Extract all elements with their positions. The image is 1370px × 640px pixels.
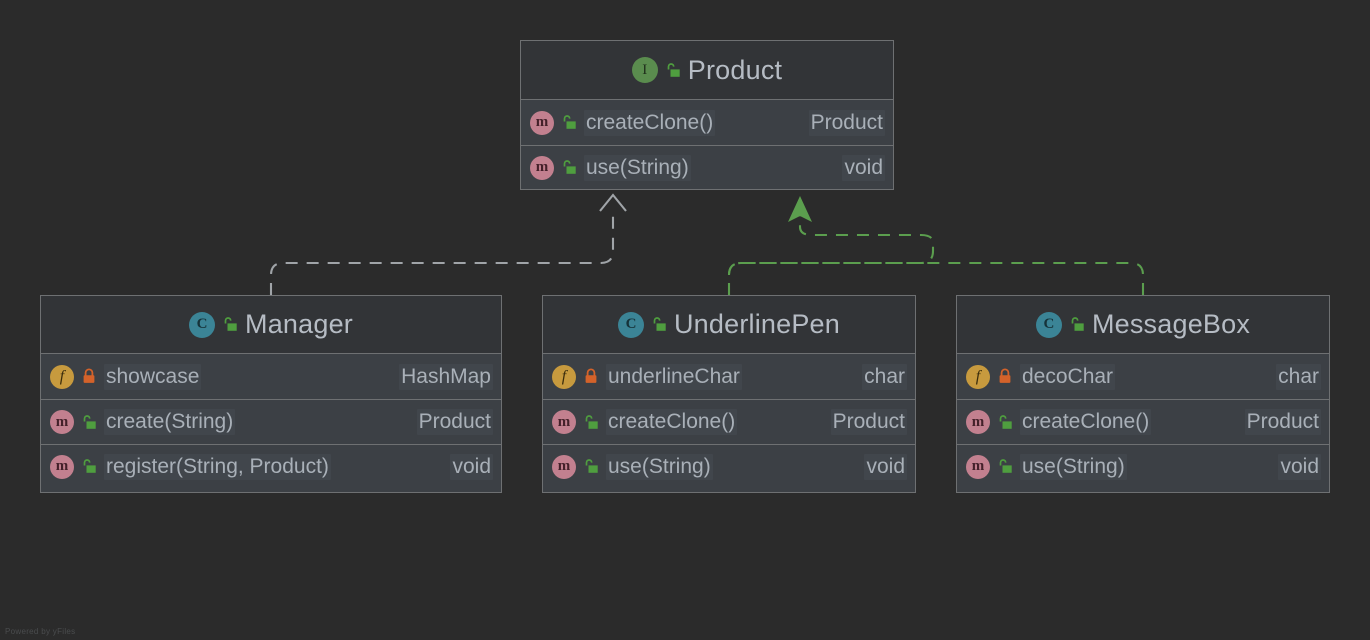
method-icon: m xyxy=(552,410,576,434)
method-icon: m xyxy=(50,410,74,434)
unlocked-padlock-icon xyxy=(585,459,598,473)
member-type: Product xyxy=(808,109,885,136)
watermark: Powered by yFiles xyxy=(5,627,76,636)
member-type: char xyxy=(1276,363,1321,390)
method-icon: m xyxy=(530,155,554,180)
member-name: createClone() xyxy=(606,409,738,435)
class-icon: C xyxy=(1035,311,1062,338)
edge-manager-to-product xyxy=(269,193,627,295)
unlocked-padlock-icon xyxy=(667,62,680,77)
method-icon: m xyxy=(50,454,74,479)
member-row[interactable]: m create(String) Product xyxy=(41,399,501,444)
member-name: create(String) xyxy=(104,409,236,435)
unlocked-padlock-icon xyxy=(1071,317,1084,331)
node-header-underlinepen: C UnderlinePen xyxy=(543,296,915,354)
unlocked-padlock-icon xyxy=(999,414,1012,429)
node-header-messagebox: C MessageBox xyxy=(957,296,1329,354)
member-type: Product xyxy=(416,409,493,435)
edge-underlinepen-to-product xyxy=(727,196,935,295)
member-name: underlineChar xyxy=(606,363,742,390)
uml-node-underlinepen[interactable]: C UnderlinePen f underlineChar char m cr… xyxy=(542,295,916,493)
unlocked-padlock-icon xyxy=(83,414,96,429)
unlocked-padlock-icon xyxy=(563,160,576,174)
field-icon: f xyxy=(966,364,990,389)
member-name: use(String) xyxy=(1020,453,1127,480)
node-header-product: I Product xyxy=(521,41,893,100)
unlocked-padlock-icon xyxy=(653,317,666,331)
node-members-product: m createClone() Product m use(String) vo… xyxy=(521,100,893,189)
member-row[interactable]: m use(String) void xyxy=(521,145,893,189)
member-row[interactable]: f showcase HashMap xyxy=(41,354,501,399)
member-row[interactable]: m createClone() Product xyxy=(957,399,1329,444)
member-row[interactable]: f underlineChar char xyxy=(543,354,915,399)
node-title-underlinepen: UnderlinePen xyxy=(673,309,840,339)
uml-node-manager[interactable]: C Manager f showcase HashMap m create(St… xyxy=(40,295,502,493)
member-type: Product xyxy=(1244,409,1321,435)
node-members-underlinepen: f underlineChar char m createClone() Pro… xyxy=(543,354,915,488)
field-icon: f xyxy=(552,364,576,389)
unlocked-padlock-icon xyxy=(585,414,598,429)
locked-padlock-icon xyxy=(585,368,597,383)
node-title-messagebox: MessageBox xyxy=(1091,309,1251,339)
member-type: void xyxy=(864,453,907,480)
member-type: void xyxy=(1278,453,1321,480)
member-row[interactable]: m register(String, Product) void xyxy=(41,444,501,488)
node-members-manager: f showcase HashMap m create(String) Prod… xyxy=(41,354,501,488)
node-title-manager: Manager xyxy=(245,309,353,339)
node-title-product: Product xyxy=(687,54,783,85)
member-name: showcase xyxy=(104,363,202,390)
unlocked-padlock-icon xyxy=(999,459,1012,473)
node-header-manager: C Manager xyxy=(41,296,501,354)
member-name: use(String) xyxy=(606,453,713,480)
locked-padlock-icon xyxy=(83,368,95,383)
method-icon: m xyxy=(966,410,990,434)
member-type: char xyxy=(862,363,907,390)
member-row[interactable]: m use(String) void xyxy=(957,444,1329,488)
member-row[interactable]: m use(String) void xyxy=(543,444,915,488)
member-type: void xyxy=(450,453,493,480)
member-type: HashMap xyxy=(399,363,493,390)
edge-messagebox-to-product xyxy=(727,261,1145,295)
member-type: Product xyxy=(830,409,907,435)
member-type: void xyxy=(842,154,885,181)
unlocked-padlock-icon xyxy=(563,115,576,129)
member-row[interactable]: f decoChar char xyxy=(957,354,1329,399)
member-name: decoChar xyxy=(1020,363,1116,390)
locked-padlock-icon xyxy=(999,368,1011,383)
field-icon: f xyxy=(50,364,74,389)
uml-node-product[interactable]: I Product m createClone() Product m use(… xyxy=(520,40,894,190)
interface-icon: I xyxy=(631,57,658,83)
uml-node-messagebox[interactable]: C MessageBox f decoChar char m createClo… xyxy=(956,295,1330,493)
unlocked-padlock-icon xyxy=(83,459,96,473)
method-icon: m xyxy=(966,454,990,479)
diagram-canvas[interactable]: I Product m createClone() Product m use(… xyxy=(0,0,1370,640)
member-row[interactable]: m createClone() Product xyxy=(543,399,915,444)
unlocked-padlock-icon xyxy=(224,317,237,331)
class-icon: C xyxy=(189,311,216,338)
class-icon: C xyxy=(617,311,644,338)
member-name: register(String, Product) xyxy=(104,453,331,480)
member-name: createClone() xyxy=(1020,409,1152,435)
node-members-messagebox: f decoChar char m createClone() Product … xyxy=(957,354,1329,488)
member-name: use(String) xyxy=(584,154,691,181)
method-icon: m xyxy=(530,110,554,135)
member-row[interactable]: m createClone() Product xyxy=(521,100,893,145)
member-name: createClone() xyxy=(584,109,716,136)
method-icon: m xyxy=(552,454,576,479)
